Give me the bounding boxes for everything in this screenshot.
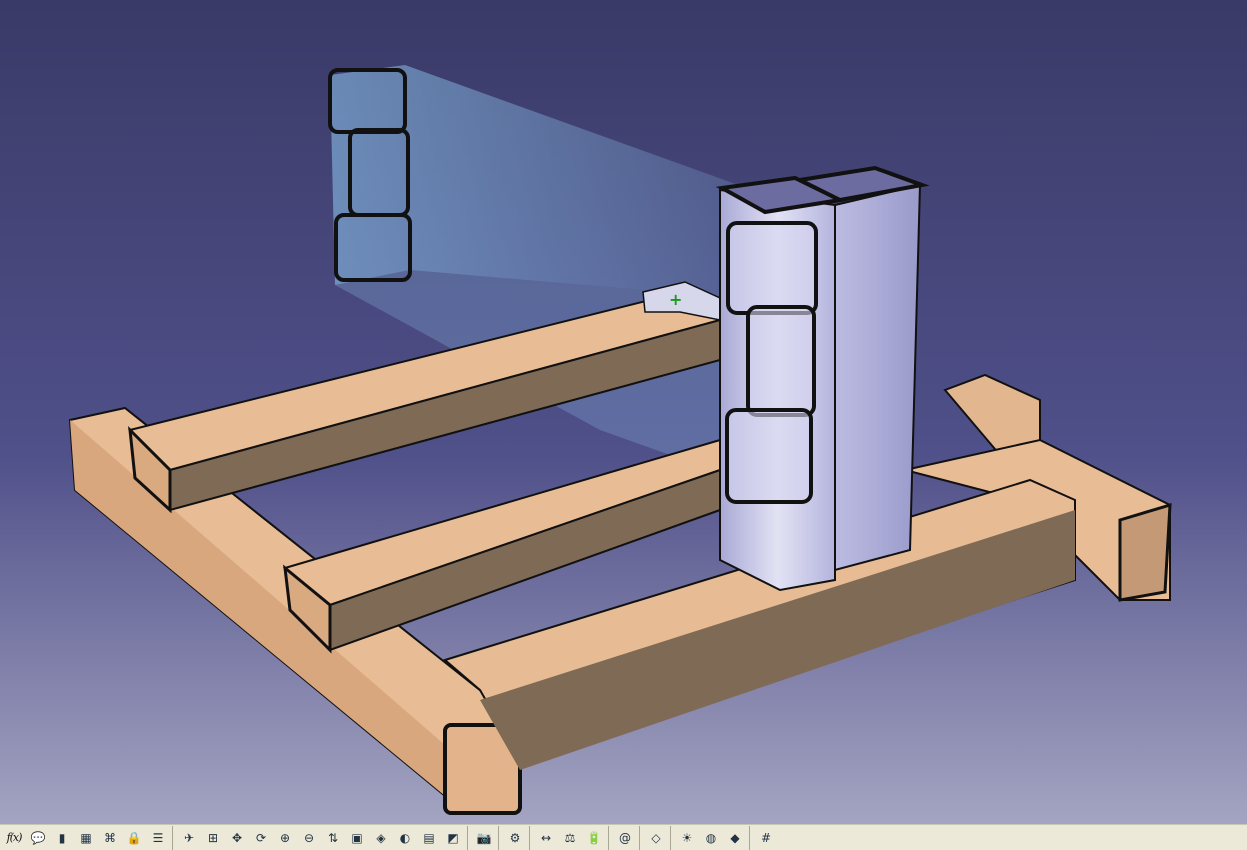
fit-all-icon[interactable]: ⊞: [201, 827, 225, 849]
lock-icon[interactable]: 🔒: [122, 827, 146, 849]
stack-icon[interactable]: ▮: [50, 827, 74, 849]
measure-icon[interactable]: ⚙: [503, 827, 527, 849]
swap-view-icon[interactable]: ◩: [441, 827, 465, 849]
rotate-icon[interactable]: ⟳: [249, 827, 273, 849]
sphere-icon[interactable]: ◍: [699, 827, 723, 849]
3d-viewport[interactable]: +: [0, 0, 1247, 824]
toolbar-group: 📷: [472, 825, 499, 850]
toolbar-group: @: [613, 825, 640, 850]
toolbar-group: ↔ ⚖ 🔋: [534, 825, 609, 850]
spiral-icon[interactable]: @: [613, 827, 637, 849]
toolbar-group: ⚙: [503, 825, 530, 850]
toolbar-group: ☀ ◍ ◆: [675, 825, 750, 850]
grid-icon[interactable]: #: [754, 827, 778, 849]
comment-icon[interactable]: 💬: [26, 827, 50, 849]
toolbar-group: #: [754, 826, 780, 850]
measure-between-icon[interactable]: ↔: [534, 827, 558, 849]
zoom-in-icon[interactable]: ⊕: [273, 827, 297, 849]
pan-icon[interactable]: ✥: [225, 827, 249, 849]
toolbar-group: f(x) 💬 ▮ ▦ ⌘ 🔒 ☰: [2, 825, 173, 850]
fly-mode-icon[interactable]: ✈: [177, 827, 201, 849]
iso-view-icon[interactable]: ◈: [369, 827, 393, 849]
hide-show-icon[interactable]: ▤: [417, 827, 441, 849]
battery-icon[interactable]: 🔋: [582, 827, 606, 849]
catalog-icon[interactable]: ☰: [146, 827, 170, 849]
normal-view-icon[interactable]: ⇅: [321, 827, 345, 849]
capture-icon[interactable]: 📷: [472, 827, 496, 849]
bottom-toolbar: f(x) 💬 ▮ ▦ ⌘ 🔒 ☰ ✈ ⊞ ✥ ⟳ ⊕ ⊖ ⇅ ▣ ◈ ◐ ▤ ◩ 📷 ⚙ ↔ ⚖ 🔋 @ ◇ ☀ ◍ ◆ #: [0, 824, 1247, 850]
steel-post-left[interactable]: [715, 175, 847, 592]
shading-icon[interactable]: ◐: [393, 827, 417, 849]
compass-marker[interactable]: +: [669, 290, 682, 309]
table-icon[interactable]: ▦: [74, 827, 98, 849]
formula-icon[interactable]: f(x): [2, 827, 26, 849]
inertia-icon[interactable]: ⚖: [558, 827, 582, 849]
toolbar-group: ✈ ⊞ ✥ ⟳ ⊕ ⊖ ⇅ ▣ ◈ ◐ ▤ ◩: [177, 825, 468, 850]
render-icon[interactable]: ☀: [675, 827, 699, 849]
knowledge-icon[interactable]: ⌘: [98, 827, 122, 849]
zoom-out-icon[interactable]: ⊖: [297, 827, 321, 849]
formula-label: f(x): [6, 831, 23, 844]
color-icon[interactable]: ◆: [723, 827, 747, 849]
multi-view-icon[interactable]: ▣: [345, 827, 369, 849]
surface-icon[interactable]: ◇: [644, 827, 668, 849]
toolbar-group: ◇: [644, 825, 671, 850]
